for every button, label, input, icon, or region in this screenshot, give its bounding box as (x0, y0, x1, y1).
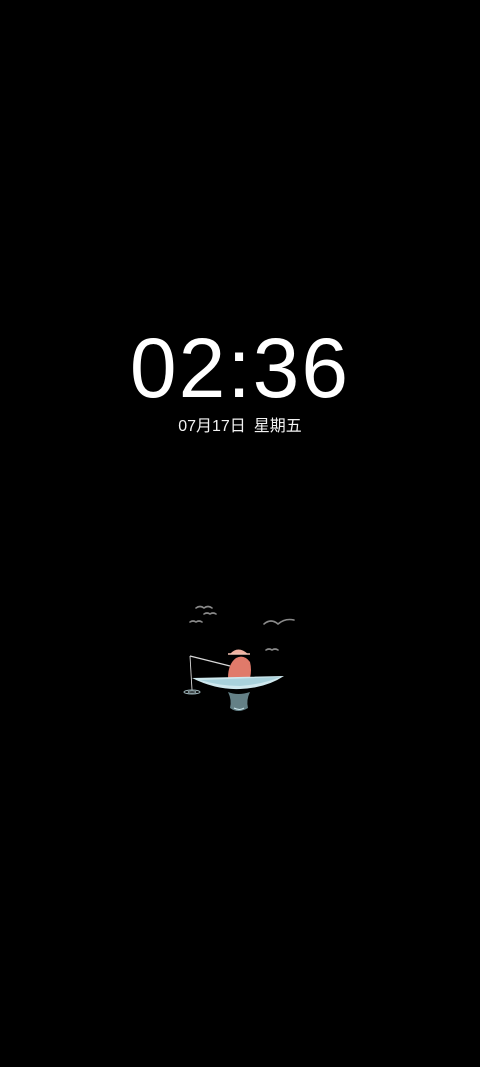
clock-widget: 02:36 07月17日 星期五 (0, 320, 480, 438)
fisherman-boat-illustration (176, 598, 304, 728)
weekday-text: 星期五 (253, 418, 302, 435)
always-on-display: 02:36 07月17日 星期五 (0, 0, 480, 1067)
clock-date-line: 07月17日 星期五 (0, 416, 480, 438)
date-text: 07月17日 (178, 418, 246, 435)
clock-time: 02:36 (129, 321, 351, 415)
fisherman-boat-icon (183, 605, 295, 711)
